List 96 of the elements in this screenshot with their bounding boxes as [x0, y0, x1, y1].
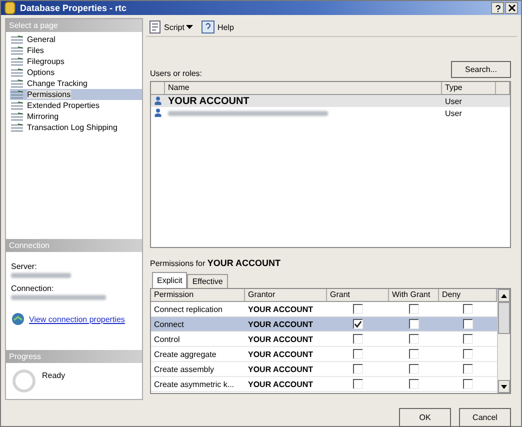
page-item[interactable]: Change Tracking: [10, 78, 142, 89]
page-icon: [10, 100, 24, 110]
checkbox[interactable]: [463, 319, 473, 329]
page-item[interactable]: Permissions: [10, 89, 142, 100]
checkbox[interactable]: [353, 319, 363, 329]
window-title: Database Properties - rtc: [20, 3, 128, 13]
check-icon: [354, 320, 362, 328]
page-item[interactable]: Mirroring: [10, 111, 142, 122]
scroll-thumb[interactable]: [498, 302, 510, 334]
page-item[interactable]: Extended Properties: [10, 100, 142, 111]
table-cell-text: YOUR ACCOUNT: [247, 378, 314, 390]
tab[interactable]: Explicit: [152, 272, 188, 288]
table-cell-text: YOUR ACCOUNT: [247, 364, 314, 376]
table-cell-text: Create asymmetric k...: [153, 378, 236, 391]
permission-row[interactable]: Create asymmetric k... YOUR ACCOUNT: [151, 377, 497, 392]
checkbox[interactable]: [409, 334, 419, 344]
permission-row[interactable]: Create aggregate YOUR ACCOUNT: [151, 347, 497, 362]
up-arrow-icon: [501, 294, 507, 298]
search-button[interactable]: Search...: [451, 61, 511, 78]
checkbox[interactable]: [409, 364, 419, 374]
down-arrow-icon: [501, 384, 507, 388]
table-cell-text: Create assembly: [153, 364, 216, 376]
section-header: Progress: [6, 350, 142, 363]
checkbox[interactable]: [463, 334, 473, 344]
database-icon: [4, 1, 16, 15]
checkbox[interactable]: [353, 349, 363, 359]
page-icon: [10, 56, 24, 66]
dialog-button[interactable]: Cancel: [459, 408, 511, 427]
help-icon: [201, 20, 216, 34]
checkbox[interactable]: [409, 349, 419, 359]
checkbox[interactable]: [463, 379, 473, 389]
permission-row[interactable]: Connect YOUR ACCOUNT: [151, 317, 497, 332]
section-header: Connection: [6, 239, 142, 252]
checkbox[interactable]: [463, 304, 473, 314]
page-icon: [10, 122, 24, 132]
page-icon: [10, 68, 24, 78]
scroll-up-button[interactable]: [498, 289, 510, 302]
table-cell-text: Control: [153, 334, 181, 346]
scrollbar[interactable]: [497, 289, 510, 393]
page-icon: [10, 78, 24, 88]
section-header: Select a page: [6, 19, 142, 32]
scroll-down-button[interactable]: [498, 380, 510, 393]
page-icon: [10, 112, 24, 122]
table-cell-text: Create aggregate: [153, 348, 218, 361]
column-header[interactable]: Grantor: [245, 289, 327, 301]
server-label: Server:: [11, 262, 38, 271]
column-header[interactable]: Permission: [151, 289, 245, 301]
permissions-label: Permissions for YOUR ACCOUNT: [150, 258, 282, 268]
help-icon: [494, 4, 502, 12]
help-button[interactable]: Help: [199, 20, 236, 34]
status-text: Ready: [42, 371, 66, 380]
user-row[interactable]: YOUR ACCOUNT User: [151, 95, 510, 107]
page-icon: [10, 90, 24, 100]
table-cell-text: User: [444, 108, 463, 119]
table-cell-text: Connect: [153, 318, 185, 330]
column-header[interactable]: Name: [165, 82, 442, 94]
connection-properties-link[interactable]: View connection properties: [29, 314, 125, 324]
connection-label: Connection:: [11, 284, 55, 293]
script-icon: [148, 20, 162, 34]
page-item[interactable]: General: [10, 34, 142, 45]
checkbox[interactable]: [463, 349, 473, 359]
permission-row[interactable]: Create assembly YOUR ACCOUNT: [151, 362, 497, 377]
checkbox[interactable]: [409, 304, 419, 314]
table-cell-text: YOUR ACCOUNT: [167, 95, 250, 107]
close-button[interactable]: [505, 2, 518, 14]
checkbox[interactable]: [353, 334, 363, 344]
permission-row[interactable]: Control YOUR ACCOUNT: [151, 332, 497, 347]
user-row[interactable]: User: [151, 107, 510, 119]
table-cell-text: YOUR ACCOUNT: [247, 318, 314, 330]
checkbox[interactable]: [353, 364, 363, 374]
checkbox[interactable]: [409, 319, 419, 329]
table-cell-text: User: [444, 96, 463, 107]
column-header[interactable]: Type: [442, 82, 496, 94]
script-button[interactable]: Script: [146, 20, 196, 34]
table-cell-text: Connect replication: [153, 304, 224, 316]
page-item[interactable]: Transaction Log Shipping: [10, 122, 142, 133]
page-icon: [10, 34, 24, 44]
table-cell-text: YOUR ACCOUNT: [247, 348, 314, 360]
help-button[interactable]: [491, 2, 504, 14]
page-icon: [10, 46, 24, 56]
table-cell-text: YOUR ACCOUNT: [247, 304, 314, 316]
checkbox[interactable]: [353, 304, 363, 314]
users-label: Users or roles:: [150, 69, 202, 78]
close-icon: [508, 4, 516, 12]
table-cell-text: YOUR ACCOUNT: [247, 334, 314, 346]
page-item[interactable]: Files: [10, 45, 142, 56]
column-header[interactable]: Grant: [327, 289, 389, 301]
checkbox[interactable]: [409, 379, 419, 389]
progress-ring-icon: [12, 369, 36, 393]
checkbox[interactable]: [353, 379, 363, 389]
tab[interactable]: Effective: [187, 274, 228, 288]
column-header[interactable]: With Grant: [389, 289, 439, 301]
page-item[interactable]: Options: [10, 67, 142, 78]
dialog-button[interactable]: OK: [399, 408, 451, 427]
checkbox[interactable]: [463, 364, 473, 374]
page-item[interactable]: Filegroups: [10, 56, 142, 67]
